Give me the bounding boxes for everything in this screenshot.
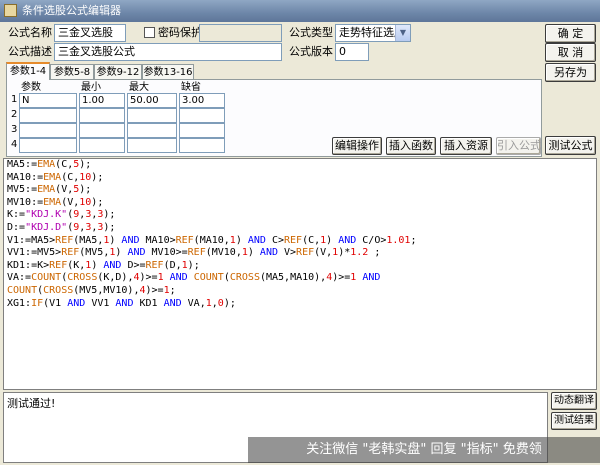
param-max-cell[interactable] [127,108,177,123]
ok-button[interactable]: 确 定 [545,24,596,43]
code-line[interactable]: V1:=MA5>REF(MA5,1) AND MA10>REF(MA10,1) … [7,235,417,246]
code-line[interactable]: MA10:=EMA(C,10); [7,172,103,183]
formula-version-label: 公式版本 [289,45,333,58]
formula-desc-input[interactable]: 三金叉选股公式 [54,43,282,61]
param-default-cell[interactable] [179,108,225,123]
app-icon [4,4,17,17]
param-name-cell[interactable] [19,138,77,153]
tab-params-5-8[interactable]: 参数5-8 [50,64,94,79]
tab-params-1-4[interactable]: 参数1-4 [6,62,50,80]
param-row-number: 2 [11,109,18,120]
param-max-cell[interactable] [127,123,177,138]
param-min-cell[interactable]: 1.00 [79,93,125,108]
insert-resource-button[interactable]: 插入资源 [440,137,492,155]
test-formula-button[interactable]: 测试公式 [545,136,596,155]
save-as-button[interactable]: 另存为 [545,63,596,82]
param-row-number: 1 [11,94,18,105]
formula-name-label: 公式名称 [8,26,52,39]
code-line[interactable]: D:="KDJ.D"(9,3,3); [7,222,115,233]
dynamic-translate-button[interactable]: 动态翻译 [551,392,597,410]
code-line[interactable]: MV5:=EMA(V,5); [7,184,91,195]
import-formula-button[interactable]: 引入公式 [496,137,541,155]
formula-name-input[interactable]: 三金叉选股 [54,24,126,42]
code-line[interactable]: MA5:=EMA(C,5); [7,159,91,170]
param-min-cell[interactable] [79,108,125,123]
param-panel: 参数 最小 最大 缺省 1 N 1.00 50.00 3.00 2 3 4 编辑… [6,79,542,157]
code-line[interactable]: COUNT(CROSS(MV5,MV10),4)>=1; [7,285,176,296]
cancel-button[interactable]: 取 消 [545,43,596,62]
watermark-banner: 关注微信 "老韩实盘" 回复 "指标" 免费领 [248,437,600,463]
formula-version-input[interactable]: 0 [335,43,369,61]
code-line[interactable]: VV1:=MV5>REF(MV5,1) AND MV10>=REF(MV10,1… [7,247,380,258]
param-min-cell[interactable] [79,138,125,153]
param-default-cell[interactable] [179,123,225,138]
title-bar: 条件选股公式编辑器 [0,0,600,22]
param-row-number: 4 [11,139,18,150]
formula-desc-label: 公式描述 [8,45,52,58]
code-line[interactable]: KD1:=K>REF(K,1) AND D>=REF(D,1); [7,260,200,271]
code-line[interactable]: XG1:IF(V1 AND VV1 AND KD1 AND VA,1,0); [7,298,236,309]
param-row-number: 3 [11,124,18,135]
param-name-cell[interactable]: N [19,93,77,108]
code-text[interactable]: MA5:=EMA(C,5); MA10:=EMA(C,10); MV5:=EMA… [7,159,417,310]
code-line[interactable]: VA:=COUNT(CROSS(K,D),4)>=1 AND COUNT(CRO… [7,272,380,283]
edit-operations-button[interactable]: 编辑操作 [332,137,382,155]
password-input[interactable] [199,24,282,42]
window-title: 条件选股公式编辑器 [22,4,121,17]
formula-editor-window: 条件选股公式编辑器 公式名称 三金叉选股 密码保护 公式类型 走势特征选股 ▼ … [0,0,600,465]
insert-function-button[interactable]: 插入函数 [386,137,436,155]
test-result-button[interactable]: 测试结果 [551,412,597,430]
tab-params-9-12[interactable]: 参数9-12 [94,64,142,79]
param-max-cell[interactable] [127,138,177,153]
output-message: 测试通过! [7,397,56,410]
formula-type-select[interactable]: 走势特征选股 ▼ [335,24,411,42]
tab-params-13-16[interactable]: 参数13-16 [142,64,194,79]
param-name-cell[interactable] [19,123,77,138]
param-default-cell[interactable] [179,138,225,153]
param-default-cell[interactable]: 3.00 [179,93,225,108]
formula-type-label: 公式类型 [289,26,333,39]
password-label: 密码保护 [158,26,202,39]
code-line[interactable]: K:="KDJ.K"(9,3,3); [7,209,115,220]
param-max-cell[interactable]: 50.00 [127,93,177,108]
code-editor[interactable]: MA5:=EMA(C,5); MA10:=EMA(C,10); MV5:=EMA… [3,158,597,390]
password-checkbox[interactable] [144,27,155,38]
chevron-down-icon[interactable]: ▼ [395,25,410,41]
code-line[interactable]: MV10:=EMA(V,10); [7,197,103,208]
param-min-cell[interactable] [79,123,125,138]
param-name-cell[interactable] [19,108,77,123]
